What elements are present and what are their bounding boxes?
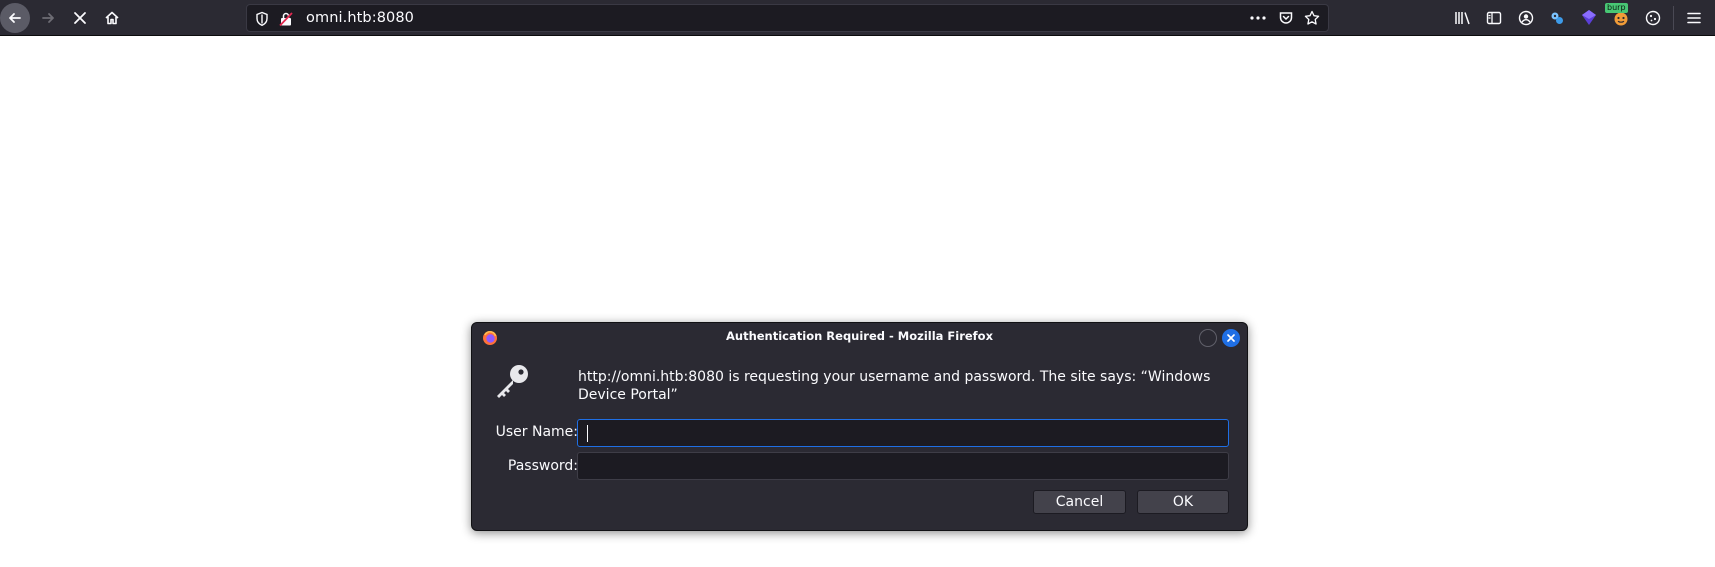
- extension-icon[interactable]: [1549, 10, 1565, 26]
- toolbar-separator: [1673, 6, 1674, 30]
- text-caret: [587, 425, 588, 442]
- url-text[interactable]: omni.htb:8080: [306, 10, 414, 26]
- insecure-lock-icon[interactable]: [279, 11, 293, 27]
- extension-icon[interactable]: [1581, 9, 1597, 26]
- forward-icon: [42, 13, 54, 23]
- bookmark-star-icon[interactable]: [1304, 10, 1320, 26]
- close-icon: [1227, 334, 1235, 342]
- page-actions-icon[interactable]: [1250, 16, 1266, 20]
- username-input[interactable]: [577, 419, 1229, 447]
- dialog-message: http://omni.htb:8080 is requesting your …: [578, 369, 1211, 403]
- password-label: Password:: [507, 458, 578, 474]
- home-button[interactable]: [97, 3, 127, 33]
- close-button[interactable]: [1222, 329, 1240, 347]
- username-label: User Name:: [495, 424, 578, 440]
- password-input[interactable]: [577, 452, 1229, 480]
- key-icon: [497, 365, 528, 398]
- minimize-button[interactable]: [1199, 329, 1217, 347]
- library-icon[interactable]: [1454, 10, 1472, 26]
- ok-button[interactable]: OK: [1137, 490, 1229, 514]
- browser-toolbar: omni.htb:8080 burp: [0, 0, 1715, 36]
- url-bar[interactable]: omni.htb:8080: [246, 4, 1329, 32]
- account-icon[interactable]: [1518, 10, 1534, 26]
- shield-icon[interactable]: [255, 11, 269, 27]
- cookie-icon[interactable]: [1645, 10, 1661, 26]
- burp-icon[interactable]: [1613, 11, 1629, 26]
- dialog-title: Authentication Required - Mozilla Firefo…: [725, 329, 994, 343]
- back-icon: [9, 13, 21, 23]
- auth-dialog: Authentication Required - Mozilla Firefo…: [471, 322, 1248, 531]
- burp-badge: burp: [1605, 3, 1628, 13]
- home-icon: [105, 11, 119, 25]
- pocket-icon[interactable]: [1278, 10, 1294, 26]
- cancel-button[interactable]: Cancel: [1033, 490, 1126, 514]
- forward-button[interactable]: [33, 3, 63, 33]
- stop-button[interactable]: [65, 3, 95, 33]
- sidebar-icon[interactable]: [1486, 10, 1502, 26]
- back-button[interactable]: [0, 3, 30, 33]
- stop-icon: [74, 12, 86, 24]
- menu-icon[interactable]: [1686, 10, 1702, 26]
